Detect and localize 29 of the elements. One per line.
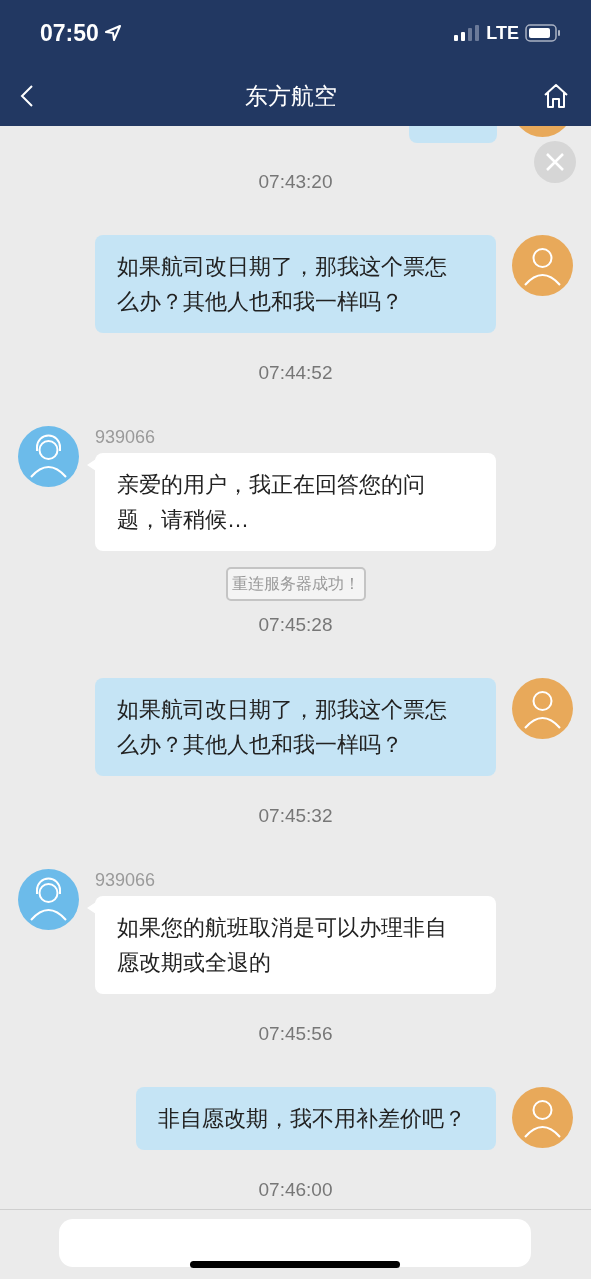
location-arrow-icon xyxy=(104,25,121,41)
timestamp: 07:43:20 xyxy=(258,170,333,194)
timestamp: 07:45:32 xyxy=(258,804,333,828)
nav-title: 东方航空 xyxy=(244,81,337,111)
timestamp: 07:45:56 xyxy=(258,1022,333,1046)
sender-id: 939066 xyxy=(95,426,156,448)
message-bubble: 如果航司改日期了，那我这个票怎么办？其他人也和我一样吗？ xyxy=(95,678,496,776)
sender-id: 939066 xyxy=(95,869,156,891)
battery-icon xyxy=(525,24,561,42)
status-time: 07:50 xyxy=(40,18,99,48)
close-icon xyxy=(545,152,565,172)
user-avatar-icon xyxy=(512,235,573,296)
agent-avatar-icon xyxy=(18,869,79,930)
timestamp: 07:45:28 xyxy=(258,613,333,637)
message-input-field[interactable] xyxy=(59,1219,531,1267)
message-bubble: 如果航司改日期了，那我这个票怎么办？其他人也和我一样吗？ xyxy=(95,235,496,333)
message-bubble: 非自愿改期，我不用补差价吧？ xyxy=(136,1087,496,1150)
home-icon xyxy=(542,82,570,110)
timestamp: 07:44:52 xyxy=(258,361,333,385)
timestamp: 07:46:00 xyxy=(258,1178,333,1202)
agent-avatar-icon xyxy=(18,426,79,487)
message-bubble: 亲爱的用户，我正在回答您的问题，请稍候… xyxy=(95,453,496,551)
back-icon xyxy=(20,84,34,108)
user-avatar-icon xyxy=(512,1087,573,1148)
user-avatar-icon xyxy=(512,678,573,739)
network-label: LTE xyxy=(486,21,519,45)
system-notice: 重连服务器成功！ xyxy=(225,567,366,601)
signal-icon xyxy=(454,25,481,41)
message-bubble: 如果您的航班取消是可以办理非自愿改期或全退的 xyxy=(95,896,496,994)
